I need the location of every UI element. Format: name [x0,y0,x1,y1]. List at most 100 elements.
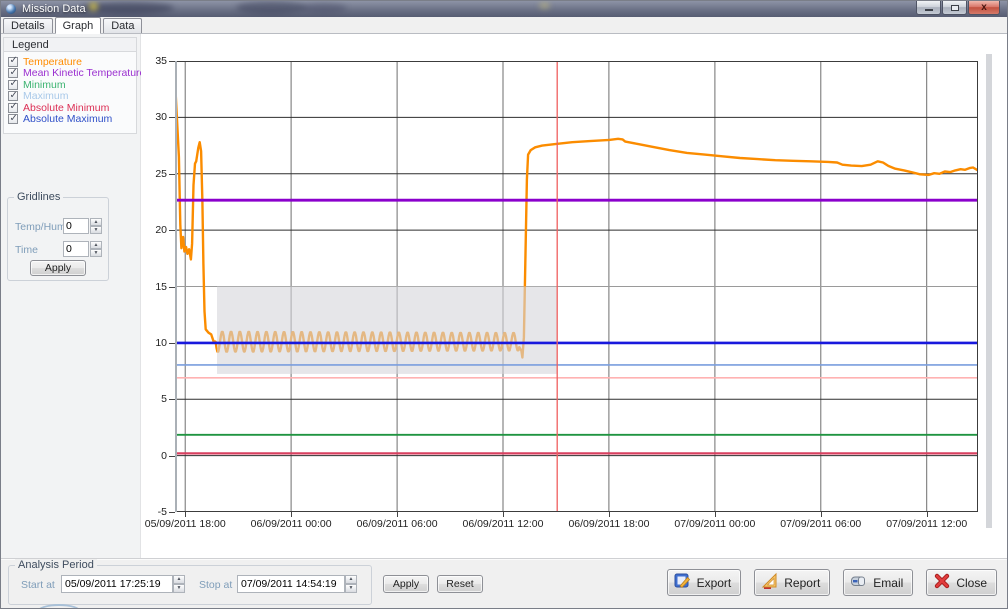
analysis-period-panel: Analysis Period Start at ▲▼ Stop at ▲▼ [8,565,372,605]
x-axis-tick [609,512,610,517]
x-axis-label: 06/09/2011 00:00 [236,518,346,530]
export-icon [674,572,692,593]
report-button[interactable]: Report [754,569,830,596]
y-axis-label: 30 [141,111,167,123]
gridlines-time-label: Time [15,244,38,256]
start-at-spinner[interactable]: ▲▼ [173,575,185,593]
legend-item: Mean Kinetic Temperature [8,68,136,80]
y-axis-tick [169,512,175,513]
button-label: Export [697,576,732,590]
y-axis-tick [169,287,175,288]
y-axis-tick [169,399,175,400]
titlebar-glass-artifact [539,2,550,9]
y-axis-label: 25 [141,168,167,180]
analysis-period-caption: Analysis Period [15,559,97,571]
legend-item: Temperature [8,56,136,68]
stop-at-spinner[interactable]: ▲▼ [345,575,357,593]
legend-checkbox[interactable] [8,80,18,90]
analysis-reset-button[interactable]: Reset [437,575,483,593]
close-icon: x [981,3,987,13]
report-icon [761,572,779,593]
titlebar-glass-artifact [236,1,306,14]
gridlines-temp-humi-label: Temp/Humi [15,221,68,233]
app-icon [6,4,16,14]
tab-data[interactable]: Data [103,18,142,33]
legend-item: Absolute Minimum [8,102,136,114]
titlebar[interactable]: Mission Data x [1,1,1007,17]
x-axis-label: 07/09/2011 12:00 [872,518,982,530]
gridlines-spinner[interactable]: ▲▼ [90,218,102,234]
x-axis-label: 06/09/2011 12:00 [448,518,558,530]
window-title: Mission Data [22,3,86,15]
y-axis-label: 15 [141,281,167,293]
x-axis-tick [715,512,716,517]
start-at-input[interactable] [61,575,173,593]
stop-at-label: Stop at [199,579,232,591]
email-icon [850,572,868,593]
export-button[interactable]: Export [667,569,742,596]
legend-item-label: Mean Kinetic Temperature [23,67,145,79]
legend-checkbox[interactable] [8,103,18,113]
legend-header: Legend [4,38,136,52]
x-axis-tick [291,512,292,517]
legend-item-label: Maximum [23,90,69,102]
x-axis-label: 07/09/2011 00:00 [660,518,770,530]
tab-graph[interactable]: Graph [55,17,102,34]
chart-area: -50510152025303505/09/2011 18:0006/09/20… [141,34,1007,558]
legend-item-label: Minimum [23,79,66,91]
y-axis-label: -5 [141,506,167,518]
close-button[interactable]: Close [926,569,997,596]
analysis-apply-button[interactable]: Apply [383,575,429,593]
action-buttons: Export Report Email Close [667,569,997,596]
x-axis-tick [185,512,186,517]
legend-checkbox[interactable] [8,57,18,67]
y-axis-label: 5 [141,393,167,405]
maximize-icon [951,5,959,11]
gridlines-time-input[interactable] [63,241,89,257]
x-axis-tick [927,512,928,517]
left-panel: Legend TemperatureMean Kinetic Temperatu… [1,34,141,558]
y-axis-tick [169,174,175,175]
x-axis-tick [397,512,398,517]
legend-checkbox[interactable] [8,68,18,78]
legend-checkbox[interactable] [8,114,18,124]
x-axis-label: 05/09/2011 18:00 [130,518,240,530]
stop-at-input[interactable] [237,575,345,593]
gridlines-panel: Gridlines Temp/Humi▲▼Time▲▼ Apply [7,197,109,281]
legend-items: TemperatureMean Kinetic TemperatureMinim… [4,52,136,125]
caption-buttons: x [915,1,1000,15]
y-axis-label: 20 [141,224,167,236]
maximize-button[interactable] [942,1,967,15]
gridlines-spinner[interactable]: ▲▼ [90,241,102,257]
y-axis-label: 0 [141,450,167,462]
y-axis-tick [169,117,175,118]
gridlines-temp-humi-input[interactable] [63,218,89,234]
legend-item-label: Temperature [23,56,82,68]
window-close-button[interactable]: x [968,1,1000,15]
y-axis-tick [169,230,175,231]
y-axis-tick [169,343,175,344]
button-label: Close [956,576,987,590]
email-button[interactable]: Email [843,569,913,596]
bottom-bar: Analysis Period Start at ▲▼ Stop at ▲▼ A… [1,558,1007,609]
tab-strip: DetailsGraphData [1,17,1007,34]
chart-right-gutter [986,54,992,528]
x-axis-label: 06/09/2011 06:00 [342,518,452,530]
y-axis-tick [169,456,175,457]
legend-item: Absolute Maximum [8,114,136,126]
legend-item: Minimum [8,79,136,91]
minimize-button[interactable] [916,1,941,15]
close-icon [933,572,951,593]
titlebar-glass-artifact [301,3,347,13]
gridlines-apply-button[interactable]: Apply [30,260,86,276]
tab-details[interactable]: Details [3,18,53,33]
legend-checkbox[interactable] [8,91,18,101]
y-axis-label: 10 [141,337,167,349]
legend-panel: Legend TemperatureMean Kinetic Temperatu… [3,37,137,134]
legend-item: Maximum [8,91,136,103]
titlebar-glass-artifact [89,2,98,11]
temperature-graph-plot[interactable] [175,61,978,512]
button-label: Email [873,576,903,590]
gridlines-caption: Gridlines [14,191,63,203]
start-at-label: Start at [21,579,55,591]
